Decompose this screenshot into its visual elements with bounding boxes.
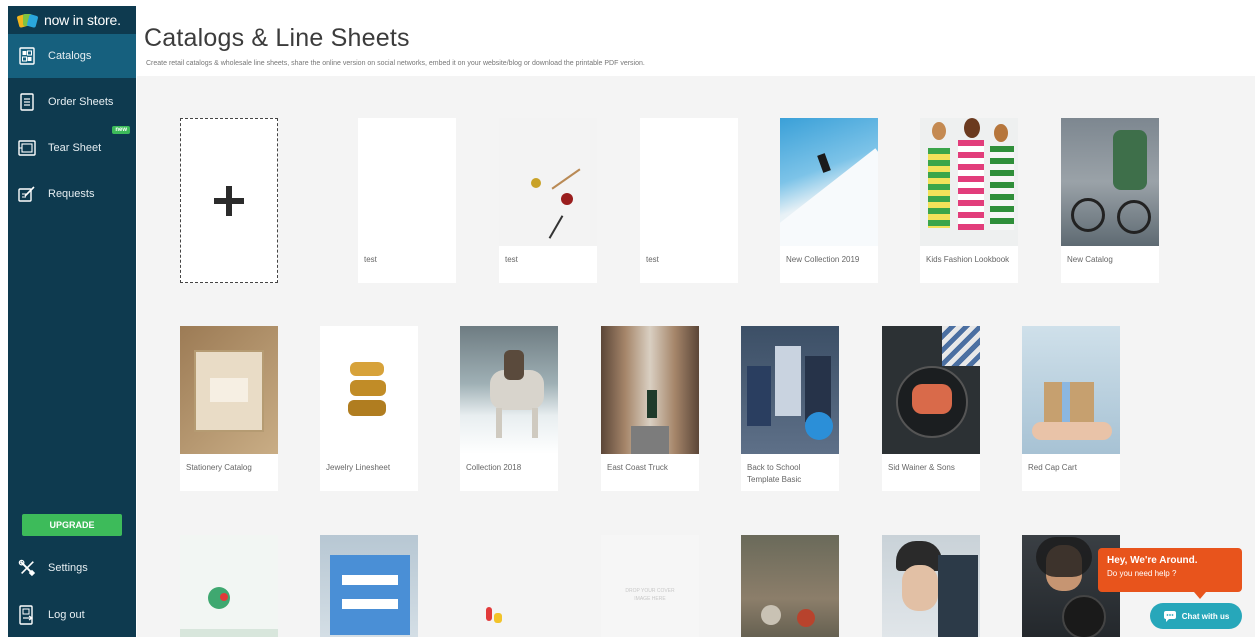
order-sheet-icon — [18, 92, 36, 112]
catalog-title: Red Cap Cart — [1028, 463, 1077, 472]
catalog-title: test — [505, 255, 518, 264]
sidebar-item-logout[interactable]: Log out — [8, 593, 136, 637]
plus-icon — [214, 185, 244, 216]
catalog-cover — [320, 326, 418, 454]
catalog-card[interactable] — [741, 535, 839, 637]
catalog-cover: DROP YOUR COVER IMAGE HERE — [601, 535, 699, 637]
catalog-card[interactable]: Kids Fashion Lookbook — [920, 118, 1018, 283]
catalog-cover — [640, 118, 738, 246]
requests-icon — [18, 184, 36, 204]
catalog-title: test — [364, 255, 377, 264]
new-badge: new — [112, 126, 130, 134]
catalog-cover — [882, 535, 980, 637]
chat-icon — [1163, 611, 1176, 622]
sidebar-item-tear-sheet[interactable]: Tear Sheet new — [8, 126, 136, 170]
catalog-card[interactable] — [882, 535, 980, 637]
sidebar-item-settings[interactable]: Settings — [8, 546, 136, 590]
catalog-card[interactable]: DROP YOUR COVER IMAGE HERE — [601, 535, 699, 637]
catalog-card[interactable]: Collection 2018 — [460, 326, 558, 491]
catalog-title: Jewelry Linesheet — [326, 463, 391, 472]
sidebar-item-label: Tear Sheet — [48, 142, 102, 154]
catalog-cover — [460, 535, 558, 637]
catalog-card[interactable]: Stationery Catalog — [180, 326, 278, 491]
catalog-cover — [741, 535, 839, 637]
sidebar-item-label: Order Sheets — [48, 96, 114, 108]
catalog-cover — [1022, 326, 1120, 454]
catalog-cover — [741, 326, 839, 454]
catalog-cover — [320, 535, 418, 637]
catalog-card[interactable]: Sid Wainer & Sons — [882, 326, 980, 491]
app-logo[interactable]: now in store. — [8, 6, 136, 33]
catalog-card[interactable]: New Collection 2019 — [780, 118, 878, 283]
catalog-card[interactable]: New Catalog — [1061, 118, 1159, 283]
catalog-card[interactable]: Jewelry Linesheet — [320, 326, 418, 491]
chat-button-label: Chat with us — [1181, 611, 1230, 621]
catalog-card[interactable] — [320, 535, 418, 637]
catalog-card[interactable] — [460, 535, 558, 637]
sidebar-item-label: Settings — [48, 562, 88, 574]
catalog-cover — [1061, 118, 1159, 246]
catalog-title: New Collection 2019 — [786, 255, 860, 264]
catalog-cover — [920, 118, 1018, 246]
sidebar-item-label: Catalogs — [48, 50, 92, 62]
catalog-card[interactable]: East Coast Truck — [601, 326, 699, 491]
catalog-card[interactable]: test — [640, 118, 738, 283]
catalog-cover — [601, 326, 699, 454]
catalog-cover — [460, 326, 558, 454]
catalog-cover — [358, 118, 456, 246]
page-subtitle: Create retail catalogs & wholesale line … — [146, 60, 645, 67]
sidebar-item-label: Log out — [48, 609, 85, 621]
upgrade-button[interactable]: UPGRADE — [22, 514, 122, 536]
catalog-cover — [180, 326, 278, 454]
catalog-icon — [18, 46, 36, 66]
sidebar: now in store. Catalogs Order Sheets Tear… — [8, 6, 136, 637]
chat-prompt[interactable]: Hey, We're Around. Do you need help ? — [1098, 548, 1242, 599]
logout-icon — [18, 605, 36, 625]
catalog-cover — [780, 118, 878, 246]
catalog-card[interactable]: test — [499, 118, 597, 283]
catalog-title: Sid Wainer & Sons — [888, 463, 955, 472]
chat-subtitle: Do you need help ? — [1107, 569, 1177, 578]
page-title: Catalogs & Line Sheets — [144, 24, 410, 52]
chat-with-us-button[interactable]: Chat with us — [1150, 603, 1242, 629]
sidebar-item-catalogs[interactable]: Catalogs — [8, 34, 136, 78]
catalog-card[interactable]: Red Cap Cart — [1022, 326, 1120, 491]
sidebar-item-order-sheets[interactable]: Order Sheets — [8, 80, 136, 124]
catalog-title: Kids Fashion Lookbook — [926, 255, 1010, 264]
catalog-title: Stationery Catalog — [186, 463, 252, 472]
catalog-card[interactable] — [180, 535, 278, 637]
catalog-title: East Coast Truck — [607, 463, 668, 472]
sidebar-item-requests[interactable]: Requests — [8, 172, 136, 216]
cover-placeholder-text: DROP YOUR COVER IMAGE HERE — [625, 588, 675, 602]
app-name: now in store. — [44, 11, 121, 28]
catalog-card[interactable]: Back to School Template Basic — [741, 326, 839, 491]
catalog-cover — [499, 118, 597, 246]
tear-sheet-icon — [18, 138, 36, 158]
catalog-cover — [180, 535, 278, 637]
sidebar-item-label: Requests — [48, 188, 95, 200]
logo-icon — [16, 13, 39, 28]
catalog-title: New Catalog — [1067, 255, 1113, 264]
catalog-title: test — [646, 255, 659, 264]
catalog-title: Collection 2018 — [466, 463, 522, 472]
catalog-card[interactable]: test — [358, 118, 456, 283]
add-catalog-button[interactable] — [180, 118, 278, 283]
catalog-title: Back to School Template Basic — [747, 463, 802, 484]
tools-icon — [18, 558, 36, 578]
catalog-cover — [882, 326, 980, 454]
chat-title: Hey, We're Around. — [1107, 555, 1198, 566]
